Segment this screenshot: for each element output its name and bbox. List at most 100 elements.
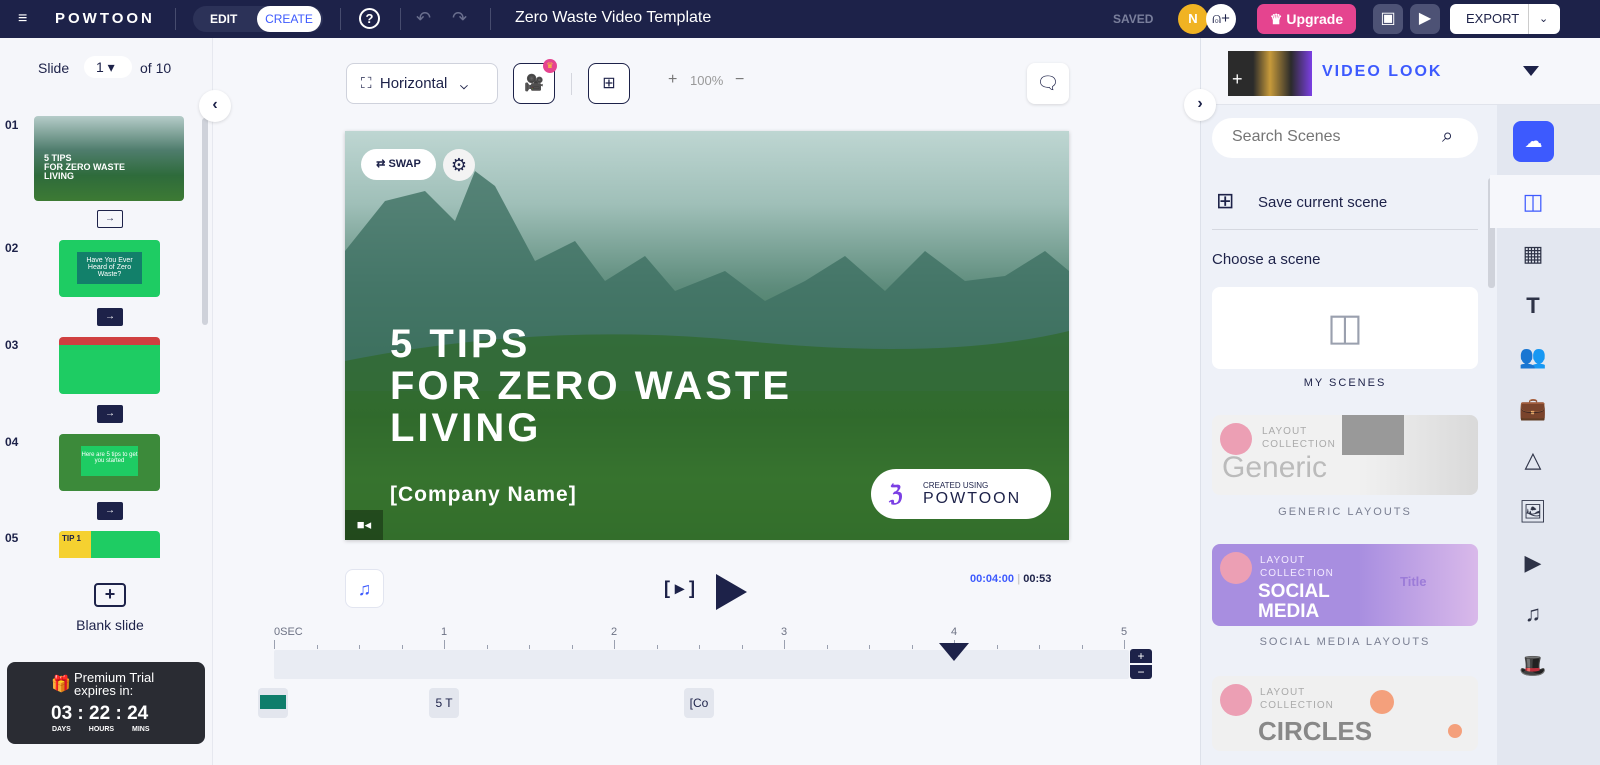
collapse-right-button[interactable]: › bbox=[1184, 89, 1216, 121]
menu-icon[interactable]: ≡ bbox=[18, 11, 36, 27]
zoom-in-button[interactable]: + bbox=[668, 71, 677, 89]
slide-thumbnail-2[interactable]: Have You Ever Heard of Zero Waste? bbox=[59, 240, 160, 297]
play-from-slide-button[interactable]: [ ▸ ] bbox=[664, 578, 695, 599]
edit-tab[interactable]: EDIT bbox=[210, 12, 237, 26]
scrollbar[interactable] bbox=[202, 118, 208, 325]
company-name-text[interactable]: [Company Name] bbox=[390, 483, 577, 507]
add-user-icon[interactable]: ⍝+ bbox=[1206, 4, 1236, 34]
undo-icon[interactable]: ↶ bbox=[416, 8, 431, 29]
create-tab[interactable]: CREATE bbox=[257, 6, 321, 32]
search-scenes-field[interactable]: ⌕ bbox=[1212, 118, 1478, 158]
swap-button[interactable]: ⇄ SWAP bbox=[361, 149, 436, 180]
ruler-tick bbox=[911, 645, 913, 649]
chevron-down-icon[interactable]: ⌄ bbox=[1528, 4, 1548, 34]
generic-layouts-label: GENERIC LAYOUTS bbox=[1278, 506, 1412, 518]
transition-icon[interactable]: → bbox=[97, 405, 123, 423]
slide-thumbnail-5[interactable]: TIP 1 bbox=[59, 531, 160, 558]
export-button[interactable]: EXPORT ⌄ bbox=[1450, 4, 1560, 34]
text-icon[interactable]: T bbox=[1517, 290, 1549, 322]
divider bbox=[1212, 229, 1478, 230]
add-comment-button[interactable]: 🗨 bbox=[1027, 63, 1069, 104]
logo[interactable]: POWTOON bbox=[55, 10, 155, 27]
orientation-label: Horizontal bbox=[379, 75, 448, 92]
presentation-button[interactable]: ▣ bbox=[1373, 4, 1403, 34]
ruler-tick bbox=[996, 645, 998, 649]
collapse-left-button[interactable]: ‹ bbox=[199, 90, 231, 122]
project-title[interactable]: Zero Waste Video Template bbox=[515, 9, 711, 27]
props-icon[interactable]: 💼 bbox=[1517, 393, 1549, 425]
ruler-tick bbox=[359, 645, 360, 649]
play-preview-button[interactable]: ▶ bbox=[1410, 4, 1440, 34]
transition-icon[interactable]: → bbox=[97, 502, 123, 520]
settings-gear-icon[interactable]: ⚙ bbox=[443, 149, 475, 181]
title-line-2[interactable]: FOR ZERO WASTE bbox=[390, 365, 792, 407]
slide-5-title: TIP 1 bbox=[59, 531, 91, 558]
my-scenes-card[interactable]: ◫ bbox=[1212, 287, 1478, 369]
images-icon[interactable]: 🖼 bbox=[1517, 496, 1549, 528]
social-media-layouts-label: SOCIAL MEDIA LAYOUTS bbox=[1259, 636, 1431, 648]
collection-title: Generic bbox=[1222, 451, 1328, 484]
redo-icon[interactable]: ↷ bbox=[452, 8, 467, 29]
social-media-layouts-card[interactable]: LAYOUT COLLECTION SOCIAL MEDIA Title bbox=[1212, 544, 1478, 626]
ruler-tick bbox=[869, 645, 870, 649]
layout-collection-icon bbox=[1220, 552, 1252, 584]
video-look-header[interactable]: + VIDEO LOOK bbox=[1201, 38, 1600, 105]
music-note-icon[interactable]: ♫ bbox=[1517, 598, 1549, 630]
slide-canvas[interactable]: ⇄ SWAP ⚙ 5 TIPS FOR ZERO WASTE LIVING [C… bbox=[345, 131, 1069, 540]
ruler-label: 0SEC bbox=[274, 626, 303, 638]
search-scenes-input[interactable] bbox=[1232, 128, 1432, 146]
collection-small-label: LAYOUT COLLECTION bbox=[1262, 426, 1336, 450]
timeline-item[interactable]: 5 T bbox=[429, 688, 459, 718]
zoom-out-button[interactable]: − bbox=[735, 71, 744, 89]
slide-current: 1 bbox=[96, 59, 104, 75]
slide-selector[interactable]: 1 ▾ bbox=[84, 56, 132, 78]
magic-hat-icon[interactable]: 🎩 bbox=[1517, 650, 1549, 682]
slide-thumbnail-1[interactable]: 5 TIPS FOR ZERO WASTE LIVING bbox=[34, 116, 184, 201]
save-current-scene-button[interactable]: ⊞ Save current scene bbox=[1216, 188, 1476, 218]
shapes-icon[interactable]: △ bbox=[1517, 444, 1549, 476]
slide-label: Slide bbox=[38, 60, 70, 76]
search-icon[interactable]: ⌕ bbox=[1442, 125, 1453, 148]
transition-icon[interactable]: → bbox=[97, 210, 123, 228]
music-button[interactable]: ♫ bbox=[345, 569, 384, 608]
trial-banner[interactable]: 🎁 Premium Trial expires in: 03 : 22 : 24… bbox=[7, 662, 205, 744]
generic-layouts-card[interactable]: LAYOUT COLLECTION Generic bbox=[1212, 415, 1478, 495]
created-using-powtoon-badge[interactable]: ℨ CREATED USING POWTOON bbox=[871, 469, 1051, 519]
slide-thumbnail-4[interactable]: Here are 5 tips to get you started bbox=[59, 434, 160, 491]
characters-icon[interactable]: 👥 bbox=[1517, 341, 1549, 373]
video-look-label[interactable]: VIDEO LOOK bbox=[1322, 63, 1442, 81]
help-icon[interactable]: ? bbox=[359, 8, 380, 29]
layout-icon[interactable]: ◫ bbox=[1517, 186, 1549, 218]
video-look-thumbnail[interactable]: + bbox=[1228, 51, 1312, 96]
slide-thumbnail-3[interactable] bbox=[59, 337, 160, 394]
orientation-dropdown[interactable]: ⛶ Horizontal ⌄ bbox=[346, 63, 498, 104]
first-item-thumb[interactable] bbox=[258, 688, 288, 718]
ruler-tick bbox=[784, 640, 785, 649]
ruler-label: 2 bbox=[611, 626, 618, 638]
avatar[interactable]: N bbox=[1178, 4, 1208, 34]
slides-panel: Slide 1 ▾ of 10 01 5 TIPS FOR ZERO WASTE… bbox=[0, 38, 213, 765]
timeline-track[interactable] bbox=[274, 650, 1129, 679]
title-line-3[interactable]: LIVING bbox=[390, 407, 792, 449]
background-pattern-icon[interactable]: ▦ bbox=[1517, 238, 1549, 270]
gift-icon: 🎁 bbox=[51, 676, 71, 693]
play-button[interactable] bbox=[716, 574, 747, 610]
playhead[interactable] bbox=[939, 643, 969, 661]
premium-crown-icon: ♛ bbox=[543, 59, 557, 73]
grid-button[interactable]: ⊞ bbox=[588, 63, 630, 104]
caret-down-icon[interactable] bbox=[1523, 66, 1539, 76]
timeline-zoom-out-button[interactable]: − bbox=[1130, 665, 1152, 679]
circles-layouts-card[interactable]: LAYOUT COLLECTION CIRCLES bbox=[1212, 676, 1478, 751]
upgrade-button[interactable]: ♛ Upgrade bbox=[1257, 4, 1356, 34]
video-camera-icon[interactable]: ■◂ bbox=[345, 510, 383, 540]
video-icon[interactable]: ▶ bbox=[1517, 547, 1549, 579]
upload-cloud-icon[interactable]: ☁ bbox=[1513, 121, 1554, 162]
ruler-label: 3 bbox=[781, 626, 788, 638]
blank-slide-button[interactable]: + Blank slide bbox=[60, 583, 160, 638]
transition-icon[interactable]: → bbox=[97, 308, 123, 326]
timeline-item[interactable]: [Co bbox=[684, 688, 714, 718]
timeline-zoom-in-button[interactable]: + bbox=[1130, 649, 1152, 663]
title-line-1[interactable]: 5 TIPS bbox=[390, 323, 792, 365]
layout-collection-icon bbox=[1220, 684, 1252, 716]
slide-number: 02 bbox=[5, 241, 19, 255]
